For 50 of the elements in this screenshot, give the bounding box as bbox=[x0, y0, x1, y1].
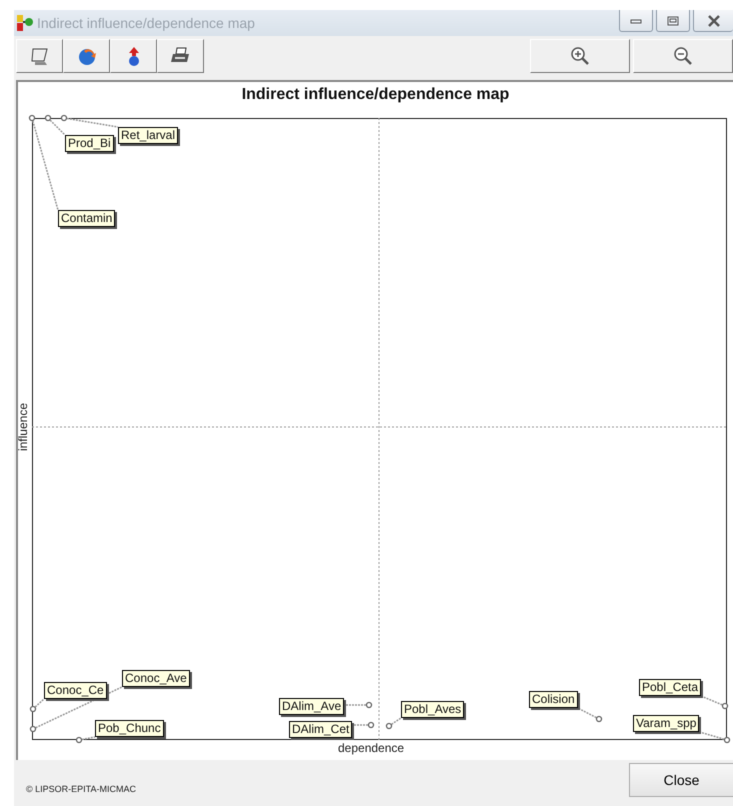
leader-line bbox=[344, 704, 369, 706]
point-label: Ret_larval bbox=[118, 127, 178, 144]
data-point bbox=[368, 722, 374, 728]
minimize-icon bbox=[630, 16, 642, 24]
data-point bbox=[722, 702, 728, 710]
leader-line bbox=[700, 695, 726, 707]
point-label: Pobl_Ceta bbox=[639, 679, 702, 696]
point-label: Contamin bbox=[58, 210, 116, 227]
data-point bbox=[76, 736, 82, 744]
point-label: Prod_Bi bbox=[65, 135, 114, 152]
leader-line bbox=[577, 707, 600, 720]
point-label: Pobl_Aves bbox=[401, 701, 464, 718]
print-button[interactable] bbox=[157, 39, 204, 73]
refresh-button[interactable] bbox=[63, 39, 110, 73]
point-label: Varam_spp bbox=[633, 715, 700, 732]
copyright-text: © LIPSOR-EPITA-MICMAC bbox=[26, 784, 136, 794]
app-icon bbox=[16, 14, 34, 32]
data-point bbox=[30, 706, 36, 712]
maximize-icon bbox=[667, 16, 679, 26]
data-point bbox=[596, 716, 602, 722]
data-point bbox=[60, 114, 68, 122]
point-label: Conoc_Ave bbox=[122, 670, 190, 687]
copy-button[interactable] bbox=[16, 39, 63, 73]
map-title: Indirect influence/dependence map bbox=[240, 85, 510, 104]
export-button[interactable] bbox=[110, 39, 157, 73]
leader-line bbox=[388, 717, 402, 727]
point-label: DAlim_Cet bbox=[289, 721, 352, 738]
minimize-button[interactable] bbox=[619, 10, 653, 32]
window-title: Indirect influence/dependence map bbox=[37, 15, 255, 31]
data-point bbox=[30, 726, 36, 732]
point-label: Colision bbox=[529, 691, 578, 708]
zoom-out-icon bbox=[672, 45, 694, 67]
data-point bbox=[386, 722, 392, 730]
close-icon bbox=[706, 14, 720, 26]
zoom-in-icon bbox=[569, 45, 591, 67]
axis-label: dependence bbox=[338, 741, 404, 755]
close-button[interactable] bbox=[693, 10, 733, 32]
point-label: Conoc_Ce bbox=[44, 682, 107, 699]
zoom-out-button[interactable] bbox=[633, 39, 733, 73]
zoom-in-button[interactable] bbox=[530, 39, 630, 73]
point-label: Pob_Chunc bbox=[95, 720, 164, 737]
data-point bbox=[44, 114, 52, 122]
axis-label: influence bbox=[16, 402, 30, 454]
data-point bbox=[724, 736, 730, 744]
data-point bbox=[366, 702, 372, 708]
leader-line bbox=[352, 724, 371, 726]
point-label: DAlim_Ave bbox=[279, 698, 344, 715]
close-button[interactable]: Close bbox=[629, 763, 733, 797]
data-point bbox=[28, 114, 36, 122]
maximize-button[interactable] bbox=[656, 10, 690, 32]
